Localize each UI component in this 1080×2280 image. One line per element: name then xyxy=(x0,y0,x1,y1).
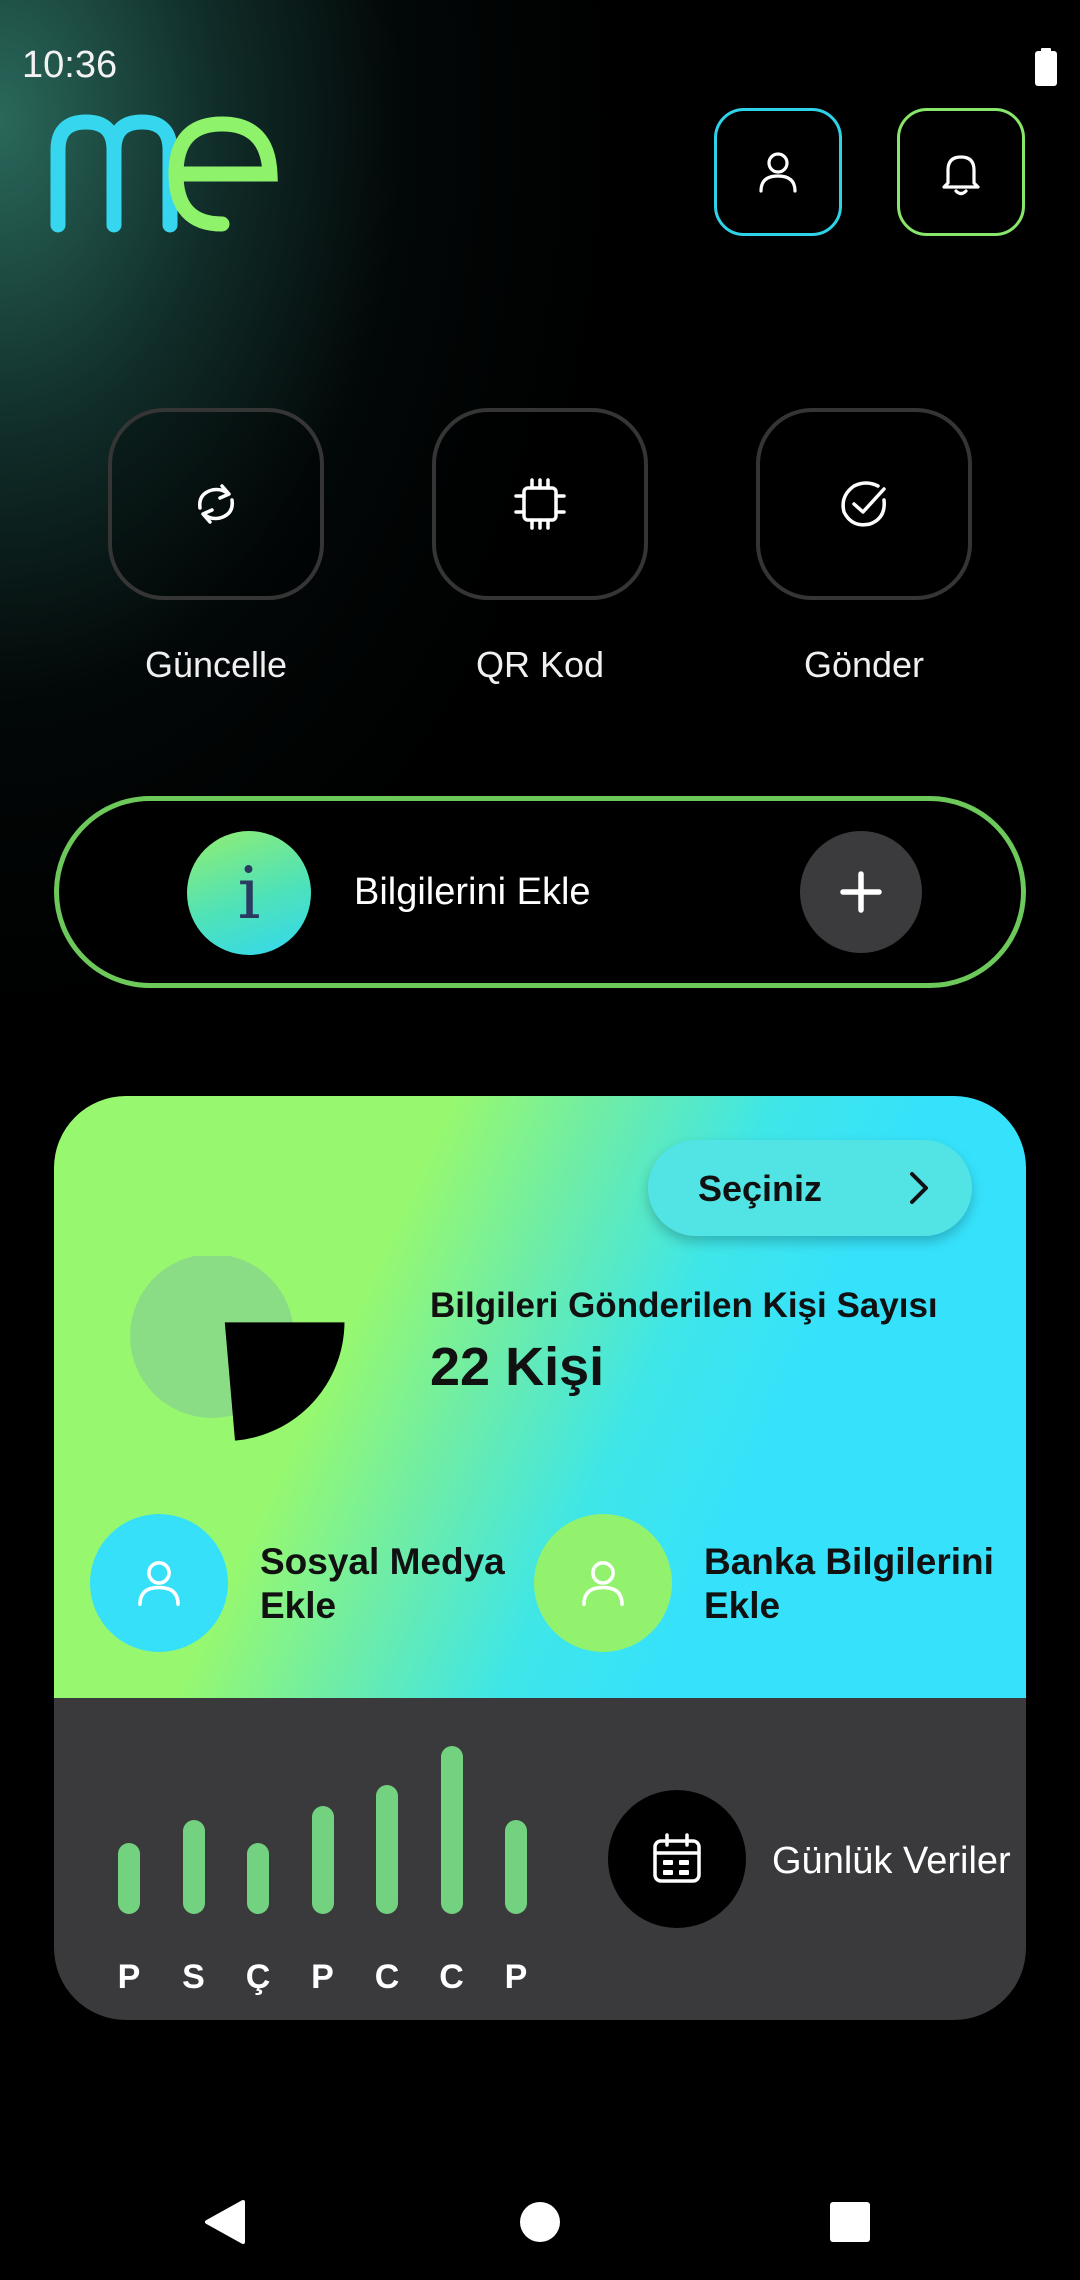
recent-apps-icon xyxy=(830,2202,870,2242)
me-logo xyxy=(50,114,278,233)
bell-icon xyxy=(942,155,980,196)
user-icon xyxy=(138,1561,180,1607)
status-time: 10:36 xyxy=(22,44,118,86)
recent-apps-button[interactable] xyxy=(820,2192,880,2252)
home-icon xyxy=(520,2202,560,2242)
qr-action[interactable]: QR Kod xyxy=(432,408,648,686)
day-label: P xyxy=(117,1958,141,1996)
daily-data-button[interactable] xyxy=(608,1790,746,1928)
day-bar xyxy=(247,1843,269,1914)
day-bar xyxy=(311,1806,334,1914)
user-icon xyxy=(582,1561,624,1607)
home-button[interactable] xyxy=(510,2192,570,2252)
status-bar: 10:36 xyxy=(0,0,1080,120)
refresh-icon xyxy=(198,484,234,524)
add-info-button[interactable] xyxy=(800,831,922,953)
back-button[interactable] xyxy=(195,2192,255,2252)
day-bar xyxy=(505,1820,527,1914)
send-action[interactable]: Gönder xyxy=(756,408,972,686)
daily-data-label: Günlük Veriler xyxy=(772,1840,1011,1882)
day-bar xyxy=(118,1843,140,1914)
day-label: C xyxy=(439,1958,464,1996)
plus-icon xyxy=(840,871,882,913)
day-label: S xyxy=(182,1958,205,1996)
update-action[interactable]: Güncelle xyxy=(108,408,324,686)
notifications-button[interactable] xyxy=(897,108,1025,236)
check-circle-icon xyxy=(841,481,886,527)
day-label: C xyxy=(374,1958,400,1996)
send-button[interactable] xyxy=(756,408,972,600)
day-bar xyxy=(182,1820,205,1914)
add-social-media-line1: Sosyal Medya xyxy=(260,1541,505,1582)
day-bar xyxy=(440,1746,463,1914)
stat-title: Bilgileri Gönderilen Kişi Sayısı xyxy=(430,1286,938,1325)
select-dropdown[interactable]: Seçiniz xyxy=(648,1140,972,1236)
back-icon xyxy=(205,2200,245,2244)
send-label: Gönder xyxy=(803,644,925,685)
chevron-right-icon xyxy=(910,1172,928,1204)
info-icon: i xyxy=(187,831,311,955)
pie-chart-icon xyxy=(130,1256,345,1441)
stats-card: Seçiniz Bilgileri Gönderilen Kişi Sayısı… xyxy=(54,1096,1026,2020)
add-bank-info-label: Banka Bilgilerini Ekle xyxy=(704,1540,1004,1628)
update-button[interactable] xyxy=(108,408,324,600)
add-info-label: Bilgilerini Ekle xyxy=(354,871,591,913)
bank-info-avatar xyxy=(534,1514,672,1652)
calendar-icon xyxy=(653,1833,701,1883)
add-bank-info-line1: Banka Bilgilerini xyxy=(704,1541,994,1582)
add-social-media-label: Sosyal Medya Ekle xyxy=(260,1540,560,1628)
day-label: Ç xyxy=(245,1958,271,1996)
profile-button[interactable] xyxy=(714,108,842,236)
day-label: P xyxy=(504,1958,528,1996)
add-bank-info-line2: Ekle xyxy=(704,1585,781,1626)
battery-icon xyxy=(1035,48,1057,86)
stats-summary: Seçiniz Bilgileri Gönderilen Kişi Sayısı… xyxy=(54,1096,1026,1698)
day-label: P xyxy=(311,1958,334,1996)
day-bar xyxy=(376,1785,398,1914)
social-media-avatar xyxy=(90,1514,228,1652)
select-label: Seçiniz xyxy=(698,1168,823,1209)
qr-label: QR Kod xyxy=(475,644,605,685)
navigation-bar xyxy=(0,2140,1080,2280)
user-icon xyxy=(759,152,797,193)
qr-button[interactable] xyxy=(432,408,648,600)
add-social-media-line2: Ekle xyxy=(260,1585,337,1626)
add-info-banner[interactable]: i Bilgilerini Ekle xyxy=(54,796,1026,988)
update-label: Güncelle xyxy=(144,644,288,685)
chip-icon xyxy=(514,478,566,530)
weekly-panel: P S Ç P C C P Günlük Veriler xyxy=(54,1698,1026,2020)
stat-value: 22 Kişi xyxy=(430,1337,605,1397)
